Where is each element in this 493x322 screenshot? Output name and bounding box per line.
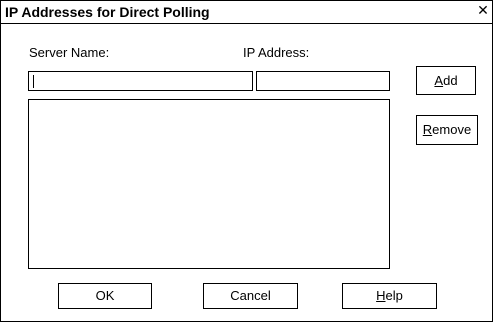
help-mnemonic: H xyxy=(376,288,386,303)
add-label-rest: dd xyxy=(443,73,458,88)
server-name-field[interactable] xyxy=(28,71,253,91)
ok-button[interactable]: OK xyxy=(58,283,152,309)
cancel-button[interactable]: Cancel xyxy=(203,283,298,309)
close-icon[interactable]: ✕ xyxy=(476,3,490,19)
help-label-rest: elp xyxy=(385,288,403,303)
help-button[interactable]: Help xyxy=(342,283,437,309)
remove-mnemonic: R xyxy=(422,122,433,137)
remove-label-rest: emove xyxy=(432,122,472,137)
ip-address-field[interactable] xyxy=(256,71,390,91)
server-name-label: Server Name: xyxy=(29,45,110,60)
dialog-title: IP Addresses for Direct Polling xyxy=(5,4,210,20)
ip-addresses-dialog: IP Addresses for Direct Polling ✕ Server… xyxy=(0,0,493,322)
add-mnemonic: A xyxy=(434,73,444,88)
ip-address-list[interactable] xyxy=(28,99,390,269)
add-button[interactable]: Add xyxy=(416,66,476,95)
ip-address-label: IP Address: xyxy=(243,45,310,60)
remove-button[interactable]: Remove xyxy=(416,115,478,145)
title-bar[interactable]: IP Addresses for Direct Polling ✕ xyxy=(1,1,492,24)
text-caret xyxy=(33,75,34,88)
cancel-label: Cancel xyxy=(230,288,271,303)
ok-label: OK xyxy=(95,288,115,303)
